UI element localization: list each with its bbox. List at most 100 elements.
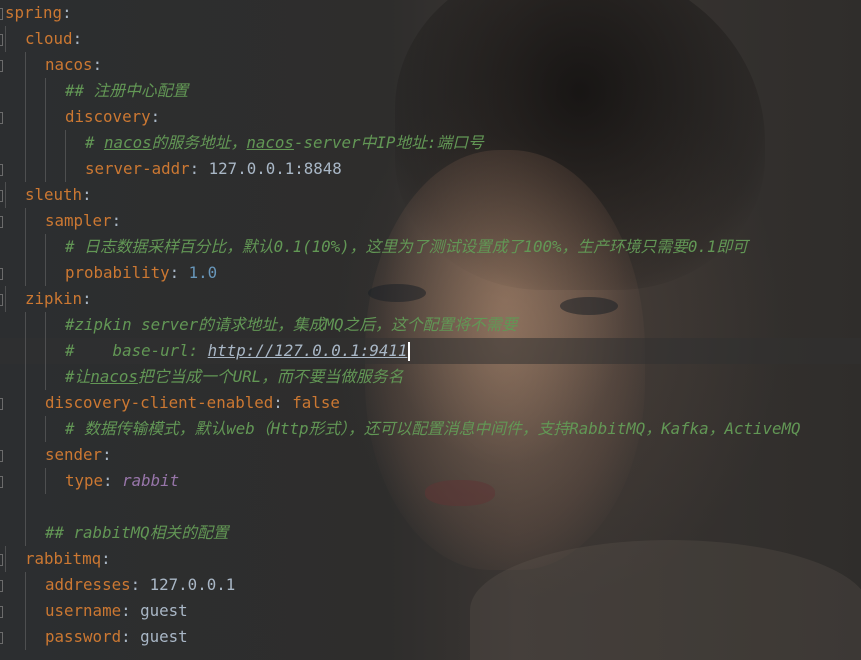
fold-marker[interactable] bbox=[0, 632, 3, 644]
code-line[interactable]: # 数据传输模式，默认web（Http形式），还可以配置消息中间件，支持Rabb… bbox=[0, 416, 861, 442]
indent-guide bbox=[45, 78, 46, 104]
yaml-key: sampler bbox=[45, 211, 112, 230]
fold-marker[interactable] bbox=[0, 112, 3, 124]
fold-marker[interactable] bbox=[0, 190, 3, 202]
yaml-key: type bbox=[65, 471, 104, 490]
indent-guide bbox=[25, 104, 26, 130]
fold-marker[interactable] bbox=[0, 8, 3, 20]
code-line[interactable]: cloud: bbox=[0, 26, 861, 52]
code-line[interactable]: discovery: bbox=[0, 104, 861, 130]
indent-guide bbox=[45, 312, 46, 338]
colon: : bbox=[189, 159, 209, 178]
indent-guide bbox=[45, 416, 46, 442]
colon: : bbox=[92, 55, 103, 74]
yaml-key: addresses bbox=[45, 575, 131, 594]
colon: : bbox=[62, 3, 72, 22]
indent-guide bbox=[45, 338, 46, 364]
code-line[interactable]: ## 注册中心配置 bbox=[0, 78, 861, 104]
indent-guide bbox=[25, 338, 26, 364]
yaml-key: server-addr bbox=[85, 159, 190, 178]
fold-marker[interactable] bbox=[0, 398, 3, 410]
comment: ## rabbitMQ相关的配置 bbox=[45, 523, 229, 542]
indent-guide bbox=[25, 468, 26, 494]
comment: # 数据传输模式，默认web（Http形式），还可以配置消息中间件，支持Rabb… bbox=[65, 419, 801, 438]
yaml-number: 1.0 bbox=[188, 263, 218, 282]
comment: ## 注册中心配置 bbox=[65, 81, 189, 100]
code-line[interactable]: discovery-client-enabled: false bbox=[0, 390, 861, 416]
indent-guide bbox=[25, 130, 26, 156]
comment-part: # base-url: bbox=[65, 341, 208, 360]
colon: : bbox=[103, 471, 123, 490]
indent-guide bbox=[65, 130, 66, 156]
code-line[interactable]: probability: 1.0 bbox=[0, 260, 861, 286]
comment: #zipkin server的请求地址，集成MQ之后，这个配置将不需要 bbox=[65, 315, 518, 334]
comment-underlined: nacos bbox=[90, 367, 138, 386]
indent-guide bbox=[25, 52, 26, 78]
indent-guide bbox=[25, 312, 26, 338]
fold-marker[interactable] bbox=[0, 164, 3, 176]
code-line[interactable]: sampler: bbox=[0, 208, 861, 234]
fold-marker[interactable] bbox=[0, 268, 3, 280]
indent-guide bbox=[25, 364, 26, 390]
comment-underlined: nacos bbox=[104, 133, 152, 152]
indent-guide bbox=[45, 234, 46, 260]
indent-guide bbox=[25, 208, 26, 234]
yaml-key: probability bbox=[65, 263, 170, 282]
yaml-value: 127.0.0.1 bbox=[149, 575, 236, 594]
comment-url-link[interactable]: http://127.0.0.1:9411 bbox=[208, 341, 408, 360]
indent-guide bbox=[5, 286, 6, 312]
fold-marker[interactable] bbox=[0, 60, 3, 72]
fold-marker[interactable] bbox=[0, 606, 3, 618]
colon: : bbox=[273, 393, 293, 412]
comment-part: 的服务地址， bbox=[151, 133, 247, 152]
code-line[interactable]: # 日志数据采样百分比，默认0.1(10%)，这里为了测试设置成了100%，生产… bbox=[0, 234, 861, 260]
indent-guide bbox=[45, 156, 46, 182]
fold-marker[interactable] bbox=[0, 450, 3, 462]
colon: : bbox=[111, 211, 122, 230]
code-line[interactable]: zipkin: bbox=[0, 286, 861, 312]
code-line[interactable]: password: guest bbox=[0, 624, 861, 650]
comment-part: -server中IP地址:端口号 bbox=[293, 133, 484, 152]
code-line-blank[interactable] bbox=[0, 494, 861, 520]
fold-marker[interactable] bbox=[0, 216, 3, 228]
indent-guide bbox=[65, 156, 66, 182]
yaml-key: nacos bbox=[45, 55, 93, 74]
code-line[interactable]: sender: bbox=[0, 442, 861, 468]
code-line[interactable]: #zipkin server的请求地址，集成MQ之后，这个配置将不需要 bbox=[0, 312, 861, 338]
code-line[interactable]: ## rabbitMQ相关的配置 bbox=[0, 520, 861, 546]
code-line[interactable]: addresses: 127.0.0.1 bbox=[0, 572, 861, 598]
code-line[interactable]: sleuth: bbox=[0, 182, 861, 208]
indent-guide bbox=[45, 104, 46, 130]
indent-guide bbox=[25, 78, 26, 104]
comment-underlined: nacos bbox=[246, 133, 294, 152]
fold-marker[interactable] bbox=[0, 34, 3, 46]
yaml-key: rabbitmq bbox=[25, 549, 102, 568]
indent-guide bbox=[45, 130, 46, 156]
yaml-key: zipkin bbox=[25, 289, 83, 308]
fold-marker[interactable] bbox=[0, 294, 3, 306]
fold-marker[interactable] bbox=[0, 580, 3, 592]
comment-part: # bbox=[85, 133, 105, 152]
indent-guide bbox=[25, 260, 26, 286]
code-line[interactable]: spring: bbox=[0, 0, 861, 26]
indent-guide bbox=[25, 390, 26, 416]
code-line[interactable]: # nacos的服务地址，nacos-server中IP地址:端口号 bbox=[0, 130, 861, 156]
code-line[interactable]: rabbitmq: bbox=[0, 546, 861, 572]
code-line[interactable]: server-addr: 127.0.0.1:8848 bbox=[0, 156, 861, 182]
yaml-key: cloud bbox=[25, 29, 73, 48]
code-line[interactable]: #让nacos把它当成一个URL，而不要当做服务名 bbox=[0, 364, 861, 390]
yaml-boolean: false bbox=[292, 393, 340, 412]
code-line-current[interactable]: # base-url: http://127.0.0.1:9411 bbox=[0, 338, 861, 364]
code-editor[interactable]: spring: cloud: nacos: ## 注册中心配置 discover… bbox=[0, 0, 861, 660]
indent-guide bbox=[25, 598, 26, 624]
indent-guide bbox=[5, 182, 6, 208]
colon: : bbox=[82, 185, 92, 204]
fold-marker[interactable] bbox=[0, 554, 3, 566]
code-line[interactable]: nacos: bbox=[0, 52, 861, 78]
code-line[interactable]: type: rabbit bbox=[0, 468, 861, 494]
text-caret bbox=[408, 342, 411, 361]
code-lines[interactable]: spring: cloud: nacos: ## 注册中心配置 discover… bbox=[0, 0, 861, 650]
code-line[interactable]: username: guest bbox=[0, 598, 861, 624]
fold-marker[interactable] bbox=[0, 476, 3, 488]
yaml-key: spring bbox=[5, 3, 63, 22]
